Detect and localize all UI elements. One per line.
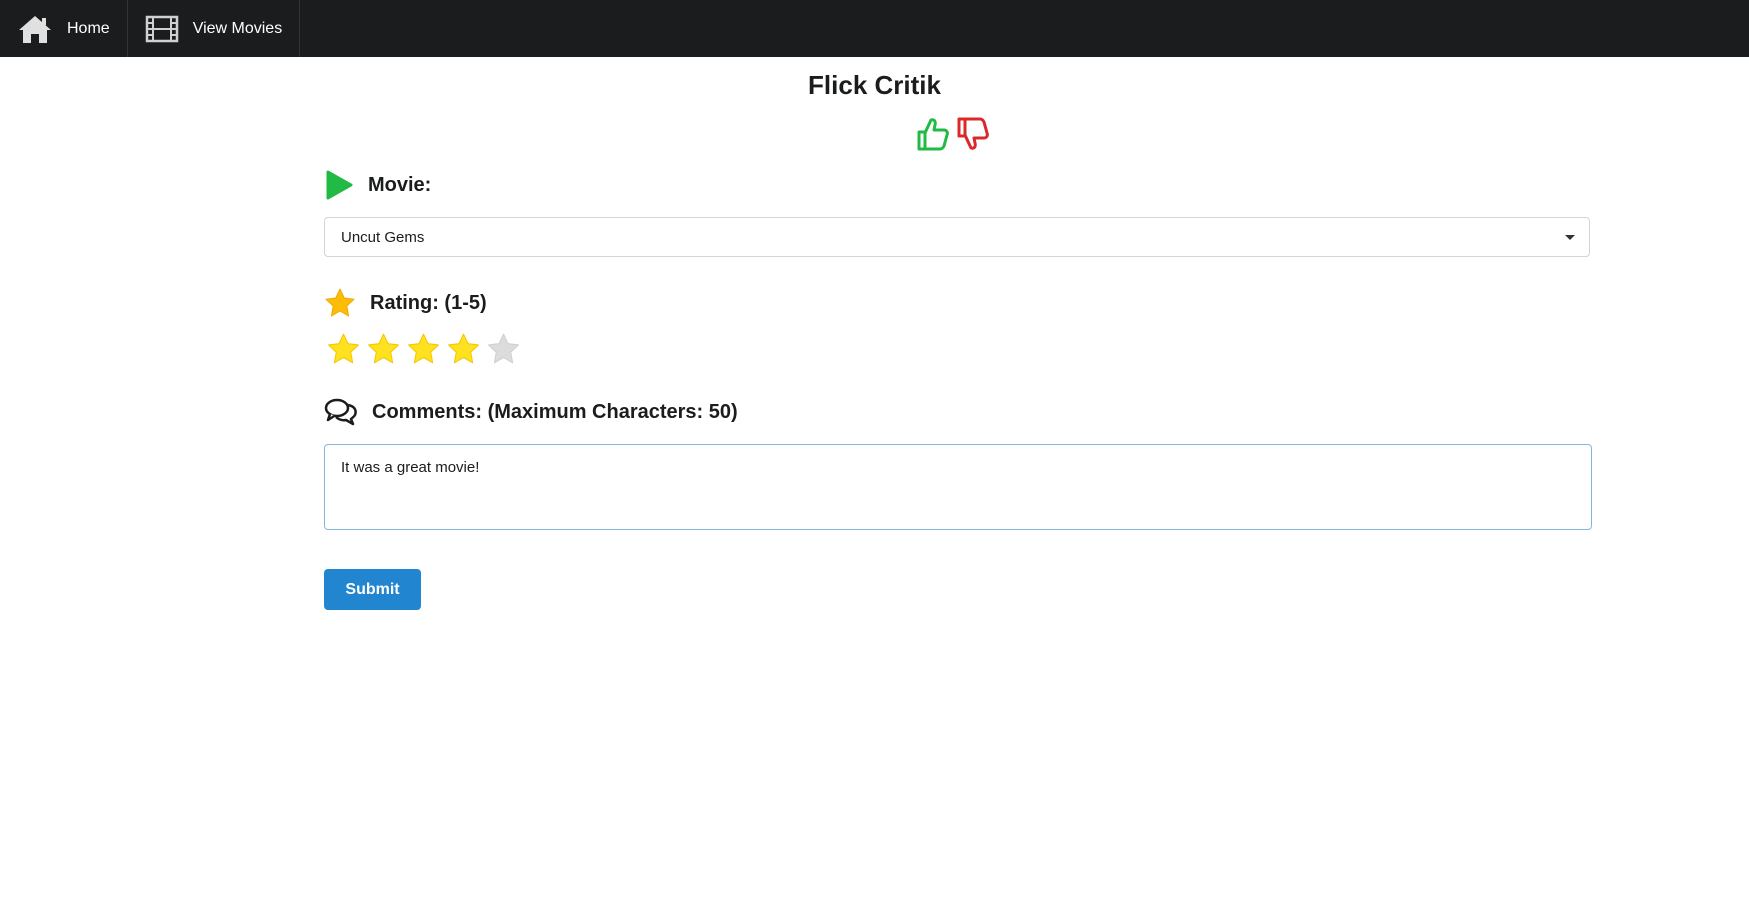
movie-select[interactable]: Uncut Gems: [324, 217, 1590, 257]
star-icon: [324, 287, 356, 319]
submit-button[interactable]: Submit: [324, 569, 421, 610]
top-navbar: Home View Movies: [0, 0, 1749, 57]
comments-textarea[interactable]: It was a great movie!: [324, 444, 1592, 530]
film-icon: [145, 15, 179, 43]
rating-star-5[interactable]: [486, 332, 521, 366]
rating-star-1[interactable]: [326, 332, 361, 366]
rating-field-label: Rating: (1-5): [324, 287, 1592, 319]
rating-star-4[interactable]: [446, 332, 481, 366]
nav-view-movies-label: View Movies: [192, 19, 283, 37]
nav-home-label: Home: [67, 19, 110, 37]
play-icon: [324, 169, 354, 201]
movie-select-value: Uncut Gems: [341, 228, 425, 246]
rating-stars: [326, 332, 521, 366]
dropdown-caret-icon: [1565, 234, 1575, 240]
page-title: Flick Critik: [808, 70, 941, 100]
nav-view-movies[interactable]: View Movies: [128, 0, 301, 57]
rating-star-2[interactable]: [366, 332, 401, 366]
rating-star-3[interactable]: [406, 332, 441, 366]
home-icon: [17, 13, 53, 45]
nav-home[interactable]: Home: [0, 0, 128, 57]
rating-label: Rating: (1-5): [370, 291, 487, 314]
thumbs-up-icon[interactable]: [916, 116, 950, 152]
comments-icon: [324, 397, 358, 427]
comments-field-label: Comments: (Maximum Characters: 50): [324, 397, 1592, 427]
thumbs-down-icon[interactable]: [956, 116, 990, 152]
movie-label: Movie:: [368, 173, 432, 196]
movie-field-label: Movie:: [324, 169, 1592, 201]
comments-label: Comments: (Maximum Characters: 50): [372, 400, 738, 423]
vote-icons: [916, 116, 990, 152]
